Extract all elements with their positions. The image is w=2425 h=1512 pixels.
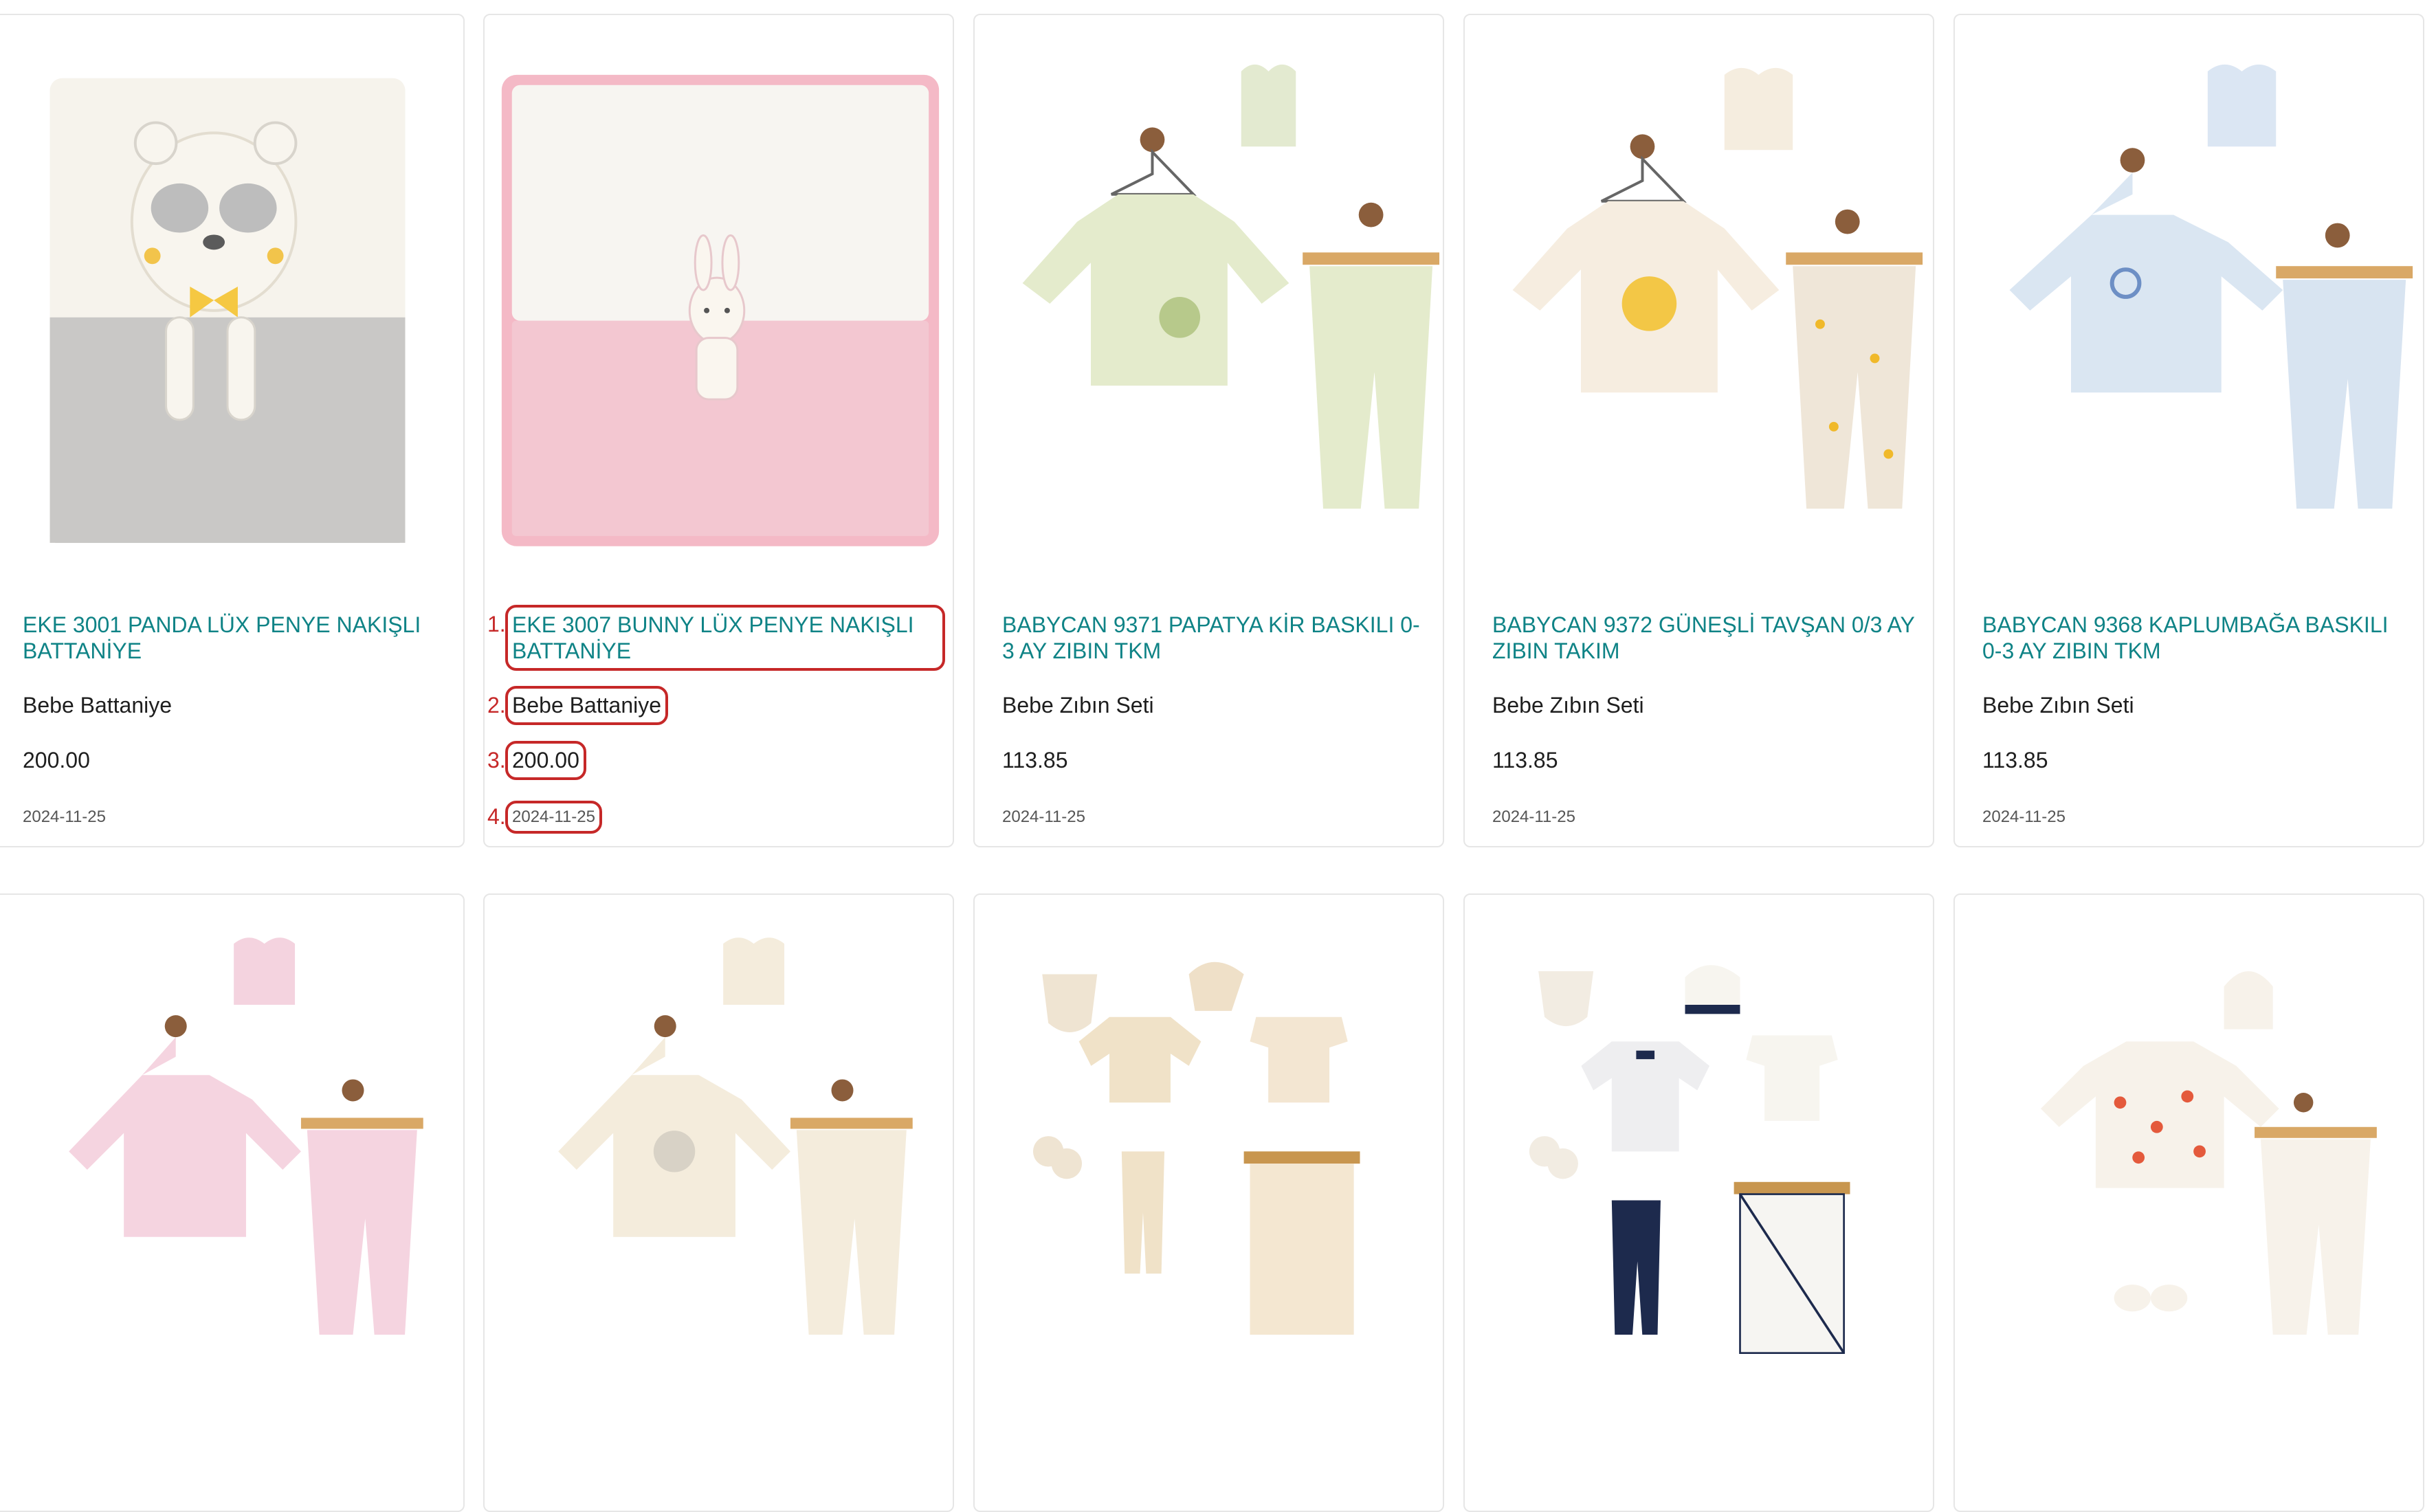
product-date: 2024-11-25 <box>1002 808 1085 826</box>
product-image-bunny-blanket[interactable] <box>485 15 953 565</box>
annotation-number: 4. <box>487 804 506 829</box>
product-price: 113.85 <box>1492 748 1558 772</box>
product-card[interactable] <box>973 893 1444 1512</box>
product-price: 200.00 <box>23 748 90 772</box>
product-title[interactable]: BABYCAN 9372 GÜNEŞLİ TAVŞAN 0/3 AY ZIBIN… <box>1492 612 1918 664</box>
product-price: 113.85 <box>1002 748 1068 772</box>
product-title[interactable]: EKE 3007 BUNNY LÜX PENYE NAKIŞLI BATTANİ… <box>505 605 945 671</box>
product-category: Bebe Battaniye <box>505 686 669 725</box>
product-category: Bebe Zıbın Seti <box>1492 693 1644 718</box>
product-card[interactable] <box>1463 893 1934 1512</box>
product-image-papatya-set[interactable] <box>975 15 1443 565</box>
product-image-pink-elephant-set[interactable] <box>0 895 463 1445</box>
product-card[interactable]: BABYCAN 9371 PAPATYA KİR BASKILI 0-3 AY … <box>973 14 1444 847</box>
product-card[interactable]: BABYCAN 9368 KAPLUMBAĞA BASKILI 0-3 AY Z… <box>1953 14 2424 847</box>
product-title[interactable]: BABYCAN 9368 KAPLUMBAĞA BASKILI 0-3 AY Z… <box>1982 612 2409 664</box>
product-date: 2024-11-25 <box>505 801 602 834</box>
product-date: 2024-11-25 <box>1982 808 2066 826</box>
product-category: Bebe Zıbın Seti <box>1002 693 1154 718</box>
product-card[interactable] <box>483 893 954 1512</box>
annotation-number: 2. <box>487 693 506 718</box>
product-date: 2024-11-25 <box>1492 808 1575 826</box>
product-card[interactable]: EKE 3001 PANDA LÜX PENYE NAKIŞLI BATTANİ… <box>0 14 465 847</box>
product-image-gunesli-tavsan-set[interactable] <box>1465 15 1933 565</box>
product-date: 2024-11-25 <box>23 808 106 826</box>
product-card[interactable]: BABYCAN 9372 GÜNEŞLİ TAVŞAN 0/3 AY ZIBIN… <box>1463 14 1934 847</box>
product-card[interactable] <box>1953 893 2424 1512</box>
product-category: Bebe Zıbın Seti <box>1982 693 2134 718</box>
product-image-kaplumbaga-set[interactable] <box>1955 15 2423 565</box>
product-image-cherry-set[interactable] <box>1955 895 2423 1445</box>
product-card[interactable] <box>0 893 465 1512</box>
annotation-number: 3. <box>487 748 506 772</box>
product-card[interactable]: 1. 2. 3. 4. EKE 3007 BUNNY LÜX PENYE NAK… <box>483 14 954 847</box>
product-title[interactable]: EKE 3001 PANDA LÜX PENYE NAKIŞLI BATTANİ… <box>23 612 449 664</box>
product-image-bear-set[interactable] <box>485 895 953 1445</box>
product-image-ruffle-set[interactable] <box>975 895 1443 1445</box>
annotation-number: 1. <box>487 612 506 636</box>
product-price: 113.85 <box>1982 748 2048 772</box>
product-title[interactable]: BABYCAN 9371 PAPATYA KİR BASKILI 0-3 AY … <box>1002 612 1428 664</box>
product-category: Bebe Battaniye <box>23 693 173 718</box>
product-image-gentleman-set[interactable] <box>1465 895 1933 1445</box>
product-price: 200.00 <box>505 741 586 780</box>
product-image-panda-blanket[interactable] <box>0 15 463 565</box>
